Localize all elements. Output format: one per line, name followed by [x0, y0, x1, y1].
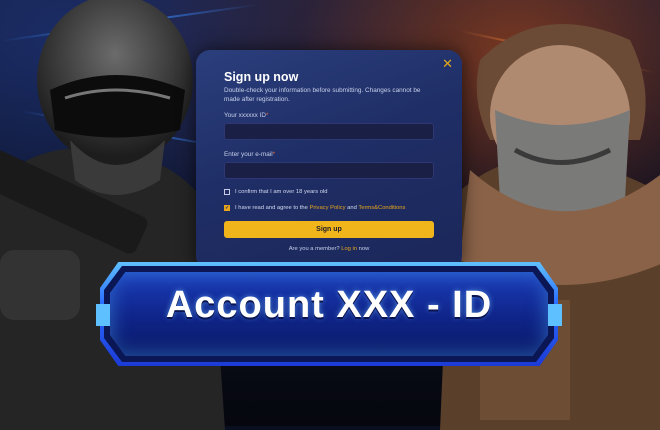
agree-prefix: I have read and agree to the: [235, 205, 308, 211]
required-mark: *: [272, 151, 276, 158]
terms-link[interactable]: Terms&Conditions: [358, 205, 405, 211]
modal-subtitle: Double-check your information before sub…: [224, 87, 421, 103]
account-banner: Account XXX - ID: [96, 262, 562, 366]
login-link[interactable]: Log in: [341, 246, 357, 252]
modal-title: Sign up now: [224, 70, 299, 84]
age-confirm-row[interactable]: I confirm that I am over 18 years old: [224, 189, 327, 195]
required-mark: *: [266, 112, 269, 119]
signup-button[interactable]: Sign up: [224, 221, 434, 238]
age-checkbox[interactable]: [224, 189, 230, 195]
agree-and: and: [347, 205, 357, 211]
email-input[interactable]: [224, 162, 434, 179]
id-input[interactable]: [224, 123, 434, 140]
id-label-text: Your xxxxxx ID: [224, 112, 267, 119]
agree-row[interactable]: ✓ I have read and agree to the Privacy P…: [224, 205, 405, 211]
agree-text: I have read and agree to the Privacy Pol…: [235, 205, 405, 211]
member-text: Are you a member? Log in now: [196, 246, 462, 252]
close-icon[interactable]: ✕: [442, 56, 453, 72]
member-prefix: Are you a member?: [288, 246, 340, 252]
age-confirm-text: I confirm that I am over 18 years old: [235, 189, 328, 195]
member-suffix: now: [358, 246, 370, 252]
privacy-policy-link[interactable]: Privacy Policy: [309, 205, 345, 211]
email-label-text: Enter your e-mail: [224, 151, 273, 158]
id-label: Your xxxxxx ID*: [224, 112, 269, 119]
banner-title: Account XXX - ID: [165, 284, 493, 326]
agree-checkbox[interactable]: ✓: [224, 205, 230, 211]
email-label: Enter your e-mail*: [224, 151, 275, 158]
